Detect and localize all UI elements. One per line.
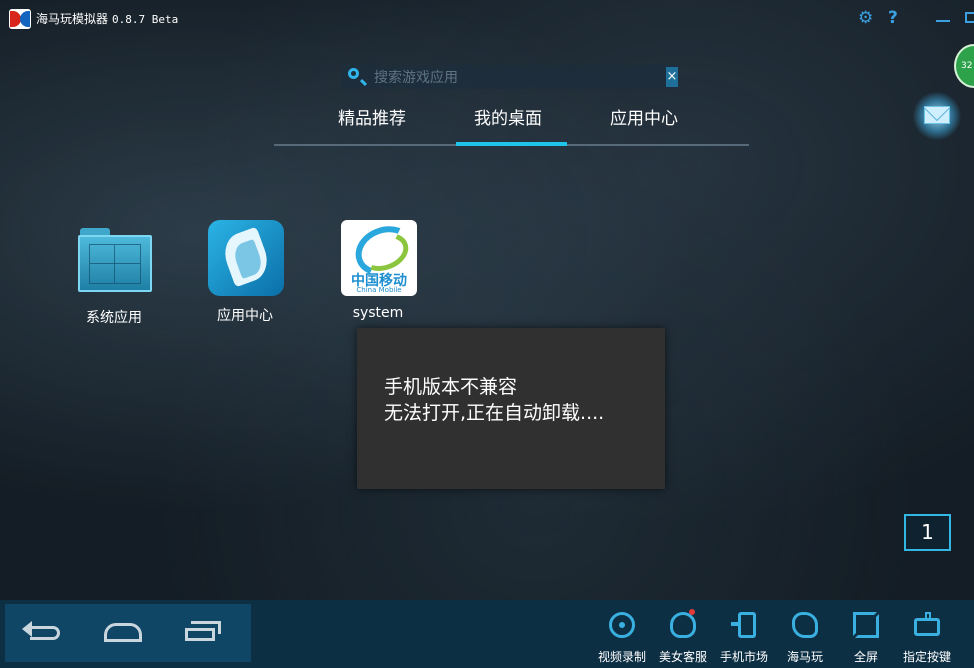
search-bar[interactable]: 搜索游戏应用 × [342, 65, 678, 89]
title-bar: 海马玩模拟器 0.8.7 Beta ⚙ ? [0, 0, 974, 34]
search-input[interactable]: 搜索游戏应用 [374, 67, 458, 87]
help-icon[interactable]: ? [888, 8, 898, 28]
message-button[interactable] [913, 92, 961, 140]
desktop-icon-label: 应用中心 [217, 308, 273, 324]
desktop-icon-system[interactable]: 中国移动 China Mobile system [333, 220, 423, 330]
keymap-icon [914, 612, 940, 636]
settings-gear-icon[interactable]: ⚙ [858, 8, 873, 28]
china-mobile-logo-subtext: China Mobile [356, 286, 402, 294]
toast-line-2: 无法打开,正在自动卸载.... [384, 402, 605, 424]
toolbar-label: 指定按键 [902, 650, 951, 664]
customer-service-icon [670, 609, 696, 638]
window-title: 海马玩模拟器 0.8.7 Beta [36, 10, 178, 27]
tab-featured[interactable]: 精品推荐 [338, 104, 406, 129]
tab-my-desktop[interactable]: 我的桌面 [474, 104, 542, 129]
keymap-button[interactable]: 指定按键 [897, 606, 957, 664]
floating-badge-text: 32 [961, 61, 973, 71]
app-logo-icon [9, 9, 31, 29]
page-indicator[interactable]: 1 [904, 514, 951, 551]
incompatible-toast: 手机版本不兼容 无法打开,正在自动卸载.... [357, 328, 665, 489]
search-icon [348, 68, 359, 79]
home-button[interactable] [103, 618, 143, 650]
back-button[interactable] [20, 618, 68, 650]
maximize-button[interactable] [965, 12, 974, 23]
app-center-icon [208, 220, 284, 296]
china-mobile-icon: 中国移动 China Mobile [341, 220, 417, 296]
app-version: 0.8.7 Beta [112, 13, 179, 26]
app-name: 海马玩模拟器 [36, 12, 109, 26]
camera-icon [609, 612, 635, 638]
desktop-icon-app-center[interactable]: 应用中心 [200, 220, 290, 330]
search-clear-button[interactable]: × [666, 67, 678, 87]
desktop-icon-label: system [352, 305, 404, 321]
phone-market-icon [731, 612, 756, 638]
minimize-button[interactable] [936, 20, 950, 22]
floating-badge[interactable]: 32 [954, 44, 974, 88]
desktop-icon-system-apps[interactable]: 系统应用 [69, 222, 159, 332]
desktop-icon-label: 系统应用 [86, 310, 142, 326]
recent-apps-button[interactable] [183, 618, 223, 650]
folder-icon [78, 228, 152, 292]
toast-line-1: 手机版本不兼容 [384, 376, 518, 398]
fullscreen-icon [853, 612, 879, 638]
haimawan-icon [792, 612, 818, 638]
tab-active-indicator [456, 142, 567, 146]
mail-icon [924, 106, 950, 124]
tab-app-center[interactable]: 应用中心 [610, 104, 678, 129]
